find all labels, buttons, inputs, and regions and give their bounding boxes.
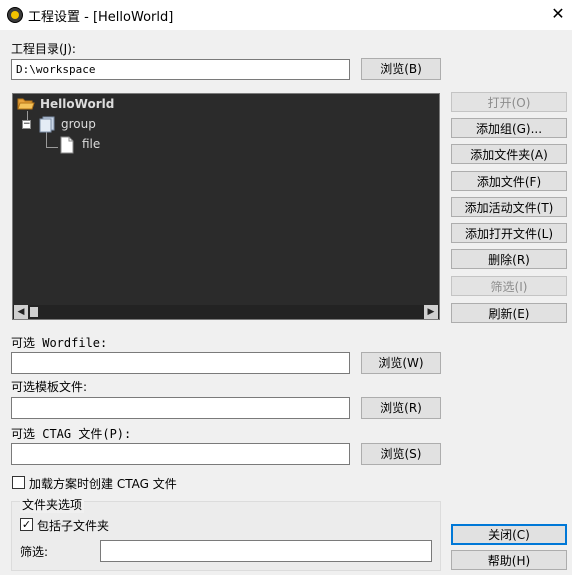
folder-options-title: 文件夹选项 bbox=[20, 496, 85, 513]
ctag-label: 可选 CTAG 文件(P): bbox=[11, 427, 132, 441]
window-title: 工程设置 - [HelloWorld] bbox=[28, 10, 174, 25]
folder-filter-input[interactable] bbox=[100, 540, 432, 562]
include-subfolders-checkbox[interactable]: ✓ bbox=[20, 518, 33, 531]
tree-root-label[interactable]: HelloWorld bbox=[40, 97, 114, 111]
ctag-browse-button[interactable]: 浏览(S) bbox=[361, 443, 441, 465]
project-dir-input[interactable]: D:\workspace bbox=[11, 59, 350, 80]
add-active-file-button[interactable]: 添加活动文件(T) bbox=[451, 197, 567, 217]
scroll-right-icon[interactable]: ▶ bbox=[424, 305, 438, 319]
wordfile-browse-button[interactable]: 浏览(W) bbox=[361, 352, 441, 374]
close-window-icon[interactable]: ✕ bbox=[547, 3, 569, 25]
close-button[interactable]: 关闭(C) bbox=[451, 524, 567, 545]
scrollbar-thumb[interactable] bbox=[30, 307, 38, 317]
scroll-left-icon[interactable]: ◀ bbox=[14, 305, 28, 319]
collapse-icon[interactable]: − bbox=[22, 120, 31, 129]
project-dir-browse-button[interactable]: 浏览(B) bbox=[361, 58, 441, 80]
refresh-button[interactable]: 刷新(E) bbox=[451, 303, 567, 323]
tree-horizontal-scrollbar[interactable] bbox=[13, 305, 439, 319]
add-group-button[interactable]: 添加组(G)... bbox=[451, 118, 567, 138]
folder-filter-label: 筛选: bbox=[20, 545, 49, 559]
tree-group-label[interactable]: group bbox=[61, 117, 96, 131]
ctag-input[interactable] bbox=[11, 443, 350, 465]
template-input[interactable] bbox=[11, 397, 350, 419]
delete-button[interactable]: 删除(R) bbox=[451, 249, 567, 269]
template-label: 可选模板文件: bbox=[11, 380, 88, 394]
app-icon bbox=[7, 7, 23, 23]
add-folder-button[interactable]: 添加文件夹(A) bbox=[451, 144, 567, 164]
tree-file-label[interactable]: file bbox=[82, 137, 100, 151]
file-group-icon bbox=[39, 116, 55, 133]
file-icon bbox=[60, 136, 74, 154]
add-file-button[interactable]: 添加文件(F) bbox=[451, 171, 567, 191]
help-button[interactable]: 帮助(H) bbox=[451, 550, 567, 570]
create-ctag-label[interactable]: 加载方案时创建 CTAG 文件 bbox=[29, 475, 177, 492]
filter-button[interactable]: 筛选(I) bbox=[451, 276, 567, 296]
create-ctag-checkbox[interactable] bbox=[12, 476, 25, 489]
wordfile-label: 可选 Wordfile: bbox=[11, 336, 108, 350]
wordfile-input[interactable] bbox=[11, 352, 350, 374]
folder-open-icon bbox=[17, 98, 35, 110]
tree-line bbox=[46, 132, 47, 147]
tree-line bbox=[46, 147, 58, 148]
template-browse-button[interactable]: 浏览(R) bbox=[361, 397, 441, 419]
include-subfolders-label[interactable]: 包括子文件夹 bbox=[37, 517, 109, 534]
open-button[interactable]: 打开(O) bbox=[451, 92, 567, 112]
add-open-files-button[interactable]: 添加打开文件(L) bbox=[451, 223, 567, 243]
project-dir-label: 工程目录(J): bbox=[11, 42, 76, 56]
